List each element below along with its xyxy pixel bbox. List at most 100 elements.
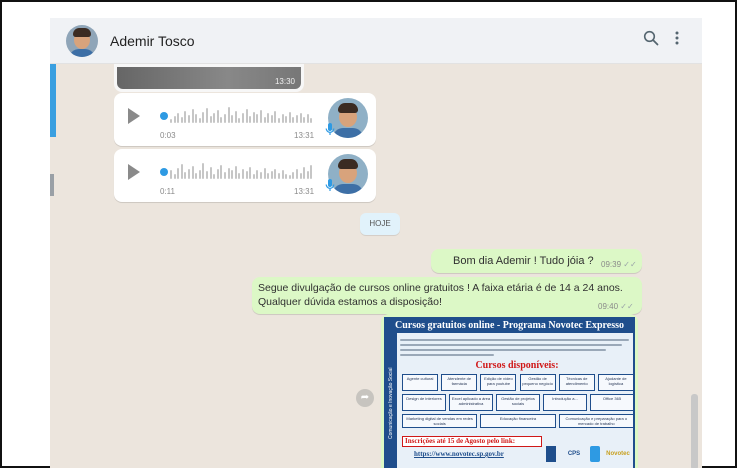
waveform-bar <box>306 114 309 123</box>
more-vertical-icon[interactable] <box>666 30 688 52</box>
left-accent-bar <box>50 64 56 137</box>
audio-waveform[interactable] <box>170 161 320 183</box>
waveform-bar <box>184 111 187 123</box>
waveform-bar <box>188 169 190 179</box>
waveform-bar <box>234 111 237 123</box>
waveform-bar <box>180 164 183 179</box>
waveform-bar <box>245 109 248 123</box>
course-cell: Marketing digital de vendas em redes soc… <box>402 414 478 428</box>
search-icon[interactable] <box>640 30 662 52</box>
message-text: Bom dia Ademir ! Tudo jóia ? <box>453 255 594 267</box>
forward-icon[interactable]: ➦ <box>356 389 374 407</box>
message-time: 09:39 ✓✓ <box>601 260 637 269</box>
playback-position-dot[interactable] <box>160 168 168 176</box>
waveform-bar <box>299 173 302 179</box>
outgoing-message[interactable]: Segue divulgação de cursos online gratui… <box>252 277 642 314</box>
outgoing-message[interactable]: Bom dia Ademir ! Tudo jóia ? 09:39 ✓✓ <box>431 249 642 273</box>
registration-link: https://www.novotec.sp.gov.br <box>414 450 504 458</box>
course-cell: Excel aplicado a área administrativa <box>449 394 493 411</box>
cps-logo: CPS <box>567 451 581 457</box>
waveform-bar <box>209 116 212 123</box>
course-cell: Comunicação e preparação para o mercado … <box>558 414 633 428</box>
waveform-bar <box>256 114 259 123</box>
waveform-bar <box>227 168 230 179</box>
waveform-bar <box>216 110 219 123</box>
date-divider: HOJE <box>360 213 400 235</box>
waveform-bar <box>191 166 194 179</box>
novotec-logo: Novotec <box>606 451 630 457</box>
waveform-bar <box>252 112 255 123</box>
waveform-bar <box>180 117 183 123</box>
course-cell: Educação financeira <box>480 414 556 428</box>
waveform-bar <box>288 112 291 123</box>
contact-avatar[interactable] <box>66 25 98 57</box>
video-message[interactable]: 13:30 <box>114 64 304 92</box>
waveform-bar <box>285 116 288 123</box>
waveform-bar <box>209 167 212 179</box>
message-time: 09:40 ✓✓ <box>598 302 634 311</box>
chat-header: Ademir Tosco <box>50 18 702 64</box>
waveform-bar <box>278 173 280 179</box>
audio-duration: 0:11 <box>160 187 175 196</box>
logo-mark <box>546 446 556 462</box>
waveform-bar <box>267 173 270 179</box>
message-time: 13:31 <box>294 187 315 196</box>
waveform-bar <box>198 170 201 179</box>
waveform-bar <box>195 173 198 179</box>
logo-mark <box>590 446 600 462</box>
audio-message: 0:11 13:31 <box>114 149 376 202</box>
waveform-bar <box>220 117 223 123</box>
scrollbar-thumb[interactable] <box>691 394 698 468</box>
waveform-bar <box>238 173 241 179</box>
waveform-bar <box>303 117 306 123</box>
contact-name[interactable]: Ademir Tosco <box>110 33 195 49</box>
course-flyer-image[interactable]: Cursos gratuitos online - Programa Novot… <box>384 317 635 468</box>
waveform-bar <box>263 117 266 123</box>
waveform-bar <box>296 115 298 123</box>
video-thumbnail[interactable]: 13:30 <box>117 67 301 89</box>
play-icon[interactable] <box>128 164 140 180</box>
waveform-bar <box>292 117 295 123</box>
flyer-side-text: Comunicação e Inovação Social <box>386 333 397 468</box>
waveform-bar <box>249 167 252 179</box>
waveform-bar <box>270 171 273 179</box>
waveform-bar <box>281 170 284 179</box>
course-cell: Agente cultural <box>402 374 439 391</box>
image-message[interactable]: Cursos gratuitos online - Programa Novot… <box>381 314 638 468</box>
waveform-bar <box>310 118 313 123</box>
message-text-line: Segue divulgação de cursos online gratui… <box>258 282 623 294</box>
waveform-bar <box>177 113 180 123</box>
whatsapp-chat-window: Ademir Tosco 13:30 0:03 13:31 0:11 13:31… <box>50 18 702 468</box>
waveform-bar <box>299 113 302 123</box>
waveform-bar <box>256 170 259 179</box>
waveform-bar <box>202 163 205 179</box>
courses-grid: Agente cultural Atendente de farmácia Ediç… <box>402 374 633 440</box>
waveform-bar <box>249 116 252 123</box>
waveform-bar <box>184 172 187 179</box>
course-cell: Design de interiores <box>402 394 446 411</box>
course-cell: Técnicas de atendimento <box>558 374 595 391</box>
playback-position-dot[interactable] <box>160 112 168 120</box>
waveform-bar <box>285 174 288 179</box>
course-cell: Ajudante de logística <box>597 374 633 391</box>
play-icon[interactable] <box>128 108 140 124</box>
course-cell: Gestão de pequeno negócio <box>519 374 556 391</box>
waveform-bar <box>238 118 241 123</box>
read-check-icon: ✓✓ <box>620 302 634 311</box>
waveform-bar <box>170 119 172 123</box>
waveform-bar <box>303 167 306 179</box>
message-list[interactable]: 13:30 0:03 13:31 0:11 13:31 HOJE Bom dia… <box>50 64 702 468</box>
waveform-bar <box>216 169 219 179</box>
course-cell: Edição de vídeo para youtube <box>480 374 517 391</box>
course-cell: Gestão de projetos sociais <box>496 394 540 411</box>
waveform-bar <box>278 118 280 123</box>
waveform-bar <box>242 113 244 123</box>
course-cell: Office 365 <box>590 394 633 411</box>
waveform-bar <box>274 169 277 179</box>
audio-waveform[interactable] <box>170 105 320 127</box>
microphone-icon <box>323 122 337 138</box>
flyer-intro-text <box>400 336 633 358</box>
course-cell: Atendente de farmácia <box>441 374 478 391</box>
message-time: 13:31 <box>294 131 315 140</box>
waveform-bar <box>292 172 295 179</box>
